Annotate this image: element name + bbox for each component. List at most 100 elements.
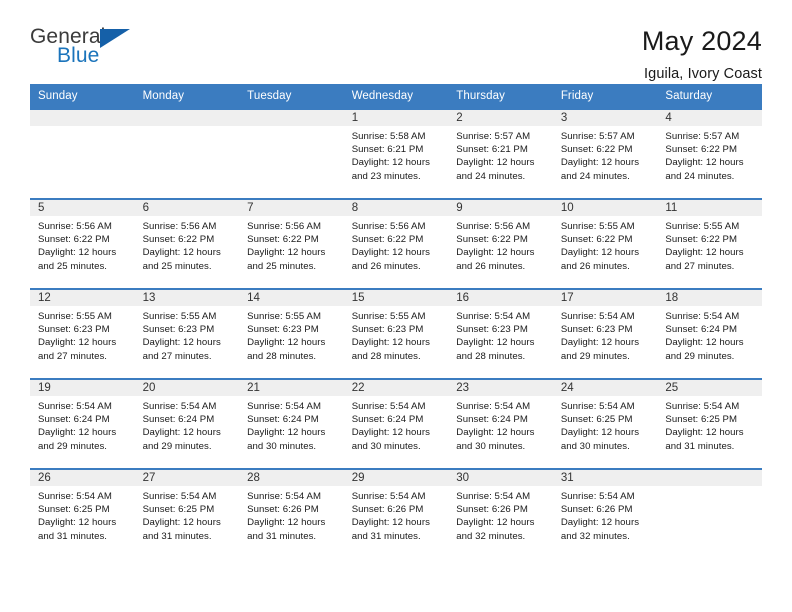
sunset-text: Sunset: 6:26 PM: [351, 504, 424, 516]
day-details: Sunrise: 5:55 AM Sunset: 6:22 PM Daylight:…: [553, 216, 658, 273]
day-details: Sunrise: 5:54 AM Sunset: 6:24 PM Daylight:…: [344, 396, 449, 453]
day-details: Sunrise: 5:54 AM Sunset: 6:25 PM Daylight:…: [657, 396, 762, 453]
sunrise-text: Sunrise: 5:54 AM: [665, 311, 740, 322]
daylight-text-line1: Daylight: 12 hours: [247, 337, 326, 349]
calendar-day-cell[interactable]: 12 Sunrise: 5:55 AM Sunset: 6:23 PM Dayligh…: [30, 288, 135, 379]
calendar-day-cell[interactable]: 25 Sunrise: 5:54 AM Sunset: 6:25 PM Dayligh…: [657, 378, 762, 469]
day-number: 10: [552, 200, 658, 216]
day-number: [239, 110, 344, 126]
calendar-day-cell[interactable]: 6 Sunrise: 5:56 AM Sunset: 6:22 PM Daylight…: [134, 198, 240, 289]
sunset-text: Sunset: 6:24 PM: [351, 414, 424, 426]
sunrise-text: Sunrise: 5:56 AM: [351, 221, 426, 232]
day-details: Sunrise: 5:55 AM Sunset: 6:23 PM Daylight:…: [30, 306, 135, 363]
sunset-text: Sunset: 6:23 PM: [456, 324, 528, 336]
calendar-day-cell[interactable]: 23 Sunrise: 5:54 AM Sunset: 6:24 PM Dayligh…: [448, 378, 553, 469]
daylight-text-line2: and 24 minutes.: [456, 170, 526, 182]
daylight-text-line1: Daylight: 12 hours: [456, 427, 535, 439]
day-details: Sunrise: 5:54 AM Sunset: 6:24 PM Daylight:…: [239, 396, 344, 453]
page-header: General Blue May 2024 Iguila, Ivory Coas…: [30, 0, 762, 82]
weekday-header-saturday: Saturday: [657, 84, 762, 109]
sunrise-text: Sunrise: 5:56 AM: [247, 221, 321, 232]
calendar-day-cell[interactable]: 17 Sunrise: 5:54 AM Sunset: 6:23 PM Dayligh…: [552, 288, 658, 379]
calendar-day-cell[interactable]: 10 Sunrise: 5:55 AM Sunset: 6:22 PM Dayligh…: [552, 198, 658, 289]
sunrise-text: Sunrise: 5:57 AM: [665, 131, 740, 142]
sunrise-text: Sunrise: 5:56 AM: [142, 221, 217, 232]
day-number: 23: [448, 380, 553, 396]
daylight-text-line2: and 27 minutes.: [142, 350, 212, 362]
day-details: Sunrise: 5:57 AM Sunset: 6:21 PM Daylight:…: [448, 126, 553, 183]
day-number: 4: [657, 110, 762, 126]
calendar-day-cell[interactable]: 28 Sunrise: 5:54 AM Sunset: 6:26 PM Dayligh…: [239, 468, 344, 559]
calendar-day-cell[interactable]: 2 Sunrise: 5:57 AM Sunset: 6:21 PM Daylight…: [448, 108, 553, 199]
calendar-day-cell[interactable]: 31 Sunrise: 5:54 AM Sunset: 6:26 PM Dayligh…: [552, 468, 658, 559]
day-details: Sunrise: 5:57 AM Sunset: 6:22 PM Daylight:…: [657, 126, 762, 183]
sunset-text: Sunset: 6:23 PM: [38, 324, 110, 336]
calendar-day-cell[interactable]: 19 Sunrise: 5:54 AM Sunset: 6:24 PM Dayligh…: [30, 378, 135, 469]
daylight-text-line1: Daylight: 12 hours: [665, 427, 744, 439]
calendar-day-cell[interactable]: 4 Sunrise: 5:57 AM Sunset: 6:22 PM Daylight…: [657, 108, 762, 199]
day-details: Sunrise: 5:54 AM Sunset: 6:24 PM Daylight:…: [448, 396, 553, 453]
calendar-day-cell[interactable]: 18 Sunrise: 5:54 AM Sunset: 6:24 PM Dayligh…: [657, 288, 762, 379]
calendar-day-cell[interactable]: 16 Sunrise: 5:54 AM Sunset: 6:23 PM Dayligh…: [448, 288, 553, 379]
sunset-text: Sunset: 6:25 PM: [38, 504, 110, 516]
calendar-day-cell[interactable]: 13 Sunrise: 5:55 AM Sunset: 6:23 PM Dayligh…: [134, 288, 240, 379]
logo-text-blue: Blue: [57, 44, 100, 67]
day-number: 2: [448, 110, 553, 126]
daylight-text-line2: and 25 minutes.: [38, 260, 108, 272]
day-number: [30, 110, 135, 126]
calendar-day-cell[interactable]: 24 Sunrise: 5:54 AM Sunset: 6:25 PM Dayligh…: [552, 378, 658, 469]
sunset-text: Sunset: 6:22 PM: [560, 144, 633, 156]
calendar-week-row: 12 Sunrise: 5:55 AM Sunset: 6:23 PM Dayligh…: [30, 288, 762, 379]
sunset-text: Sunset: 6:22 PM: [351, 234, 424, 246]
calendar-day-cell[interactable]: 3 Sunrise: 5:57 AM Sunset: 6:22 PM Daylight…: [552, 108, 658, 199]
day-number: 14: [239, 290, 344, 306]
sunrise-text: Sunrise: 5:55 AM: [665, 221, 740, 232]
sunrise-text: Sunrise: 5:54 AM: [351, 491, 426, 502]
sunrise-text: Sunrise: 5:54 AM: [456, 491, 531, 502]
calendar-day-cell[interactable]: 15 Sunrise: 5:55 AM Sunset: 6:23 PM Dayligh…: [343, 288, 449, 379]
day-details: Sunrise: 5:54 AM Sunset: 6:24 PM Daylight:…: [657, 306, 762, 363]
daylight-text-line2: and 29 minutes.: [38, 440, 108, 452]
day-number: 18: [657, 290, 762, 306]
daylight-text-line1: Daylight: 12 hours: [142, 247, 221, 259]
sunrise-text: Sunrise: 5:54 AM: [142, 401, 217, 412]
daylight-text-line2: and 32 minutes.: [456, 530, 526, 542]
calendar-day-cell[interactable]: 5 Sunrise: 5:56 AM Sunset: 6:22 PM Daylight…: [30, 198, 135, 289]
calendar-day-cell[interactable]: 8 Sunrise: 5:56 AM Sunset: 6:22 PM Daylight…: [343, 198, 449, 289]
calendar-day-cell[interactable]: 27 Sunrise: 5:54 AM Sunset: 6:25 PM Dayligh…: [134, 468, 240, 559]
weekday-header-wednesday: Wednesday: [343, 84, 449, 109]
calendar-day-cell[interactable]: 22 Sunrise: 5:54 AM Sunset: 6:24 PM Dayligh…: [343, 378, 449, 469]
day-number: 30: [448, 470, 553, 486]
location-subtitle: Iguila, Ivory Coast: [644, 66, 762, 83]
daylight-text-line1: Daylight: 12 hours: [38, 427, 117, 439]
calendar-day-cell[interactable]: 26 Sunrise: 5:54 AM Sunset: 6:25 PM Dayligh…: [30, 468, 135, 559]
daylight-text-line2: and 28 minutes.: [456, 350, 526, 362]
general-blue-logo[interactable]: General Blue: [30, 26, 140, 74]
calendar-day-cell[interactable]: 30 Sunrise: 5:54 AM Sunset: 6:26 PM Dayligh…: [448, 468, 553, 559]
day-details: Sunrise: 5:54 AM Sunset: 6:25 PM Daylight:…: [135, 486, 240, 543]
calendar-day-cell[interactable]: 14 Sunrise: 5:55 AM Sunset: 6:23 PM Dayligh…: [239, 288, 344, 379]
day-number: 22: [343, 380, 449, 396]
day-number: 19: [30, 380, 135, 396]
sunset-text: Sunset: 6:21 PM: [351, 144, 424, 156]
day-details: Sunrise: 5:56 AM Sunset: 6:22 PM Daylight:…: [239, 216, 344, 273]
calendar-day-cell[interactable]: 9 Sunrise: 5:56 AM Sunset: 6:22 PM Daylight…: [448, 198, 553, 289]
calendar-empty-cell: [657, 468, 762, 559]
day-number: 6: [134, 200, 240, 216]
calendar-week-row: 5 Sunrise: 5:56 AM Sunset: 6:22 PM Daylight…: [30, 198, 762, 289]
calendar-day-cell[interactable]: 20 Sunrise: 5:54 AM Sunset: 6:24 PM Dayligh…: [134, 378, 240, 469]
day-details: Sunrise: 5:55 AM Sunset: 6:22 PM Daylight:…: [657, 216, 762, 273]
calendar-empty-cell: [30, 108, 135, 199]
calendar-day-cell[interactable]: 7 Sunrise: 5:56 AM Sunset: 6:22 PM Daylight…: [239, 198, 344, 289]
calendar-day-cell[interactable]: 21 Sunrise: 5:54 AM Sunset: 6:24 PM Dayligh…: [239, 378, 344, 469]
daylight-text-line2: and 27 minutes.: [665, 260, 735, 272]
sunrise-text: Sunrise: 5:54 AM: [247, 401, 321, 412]
day-number: 8: [343, 200, 449, 216]
calendar-week-row: 1 Sunrise: 5:58 AM Sunset: 6:21 PM Daylight…: [30, 108, 762, 199]
daylight-text-line1: Daylight: 12 hours: [351, 247, 430, 259]
calendar-day-cell[interactable]: 29 Sunrise: 5:54 AM Sunset: 6:26 PM Dayligh…: [343, 468, 449, 559]
calendar-day-cell[interactable]: 11 Sunrise: 5:55 AM Sunset: 6:22 PM Dayligh…: [657, 198, 762, 289]
calendar-day-cell[interactable]: 1 Sunrise: 5:58 AM Sunset: 6:21 PM Daylight…: [343, 108, 449, 199]
daylight-text-line1: Daylight: 12 hours: [665, 157, 744, 169]
day-details: Sunrise: 5:56 AM Sunset: 6:22 PM Daylight:…: [344, 216, 449, 273]
